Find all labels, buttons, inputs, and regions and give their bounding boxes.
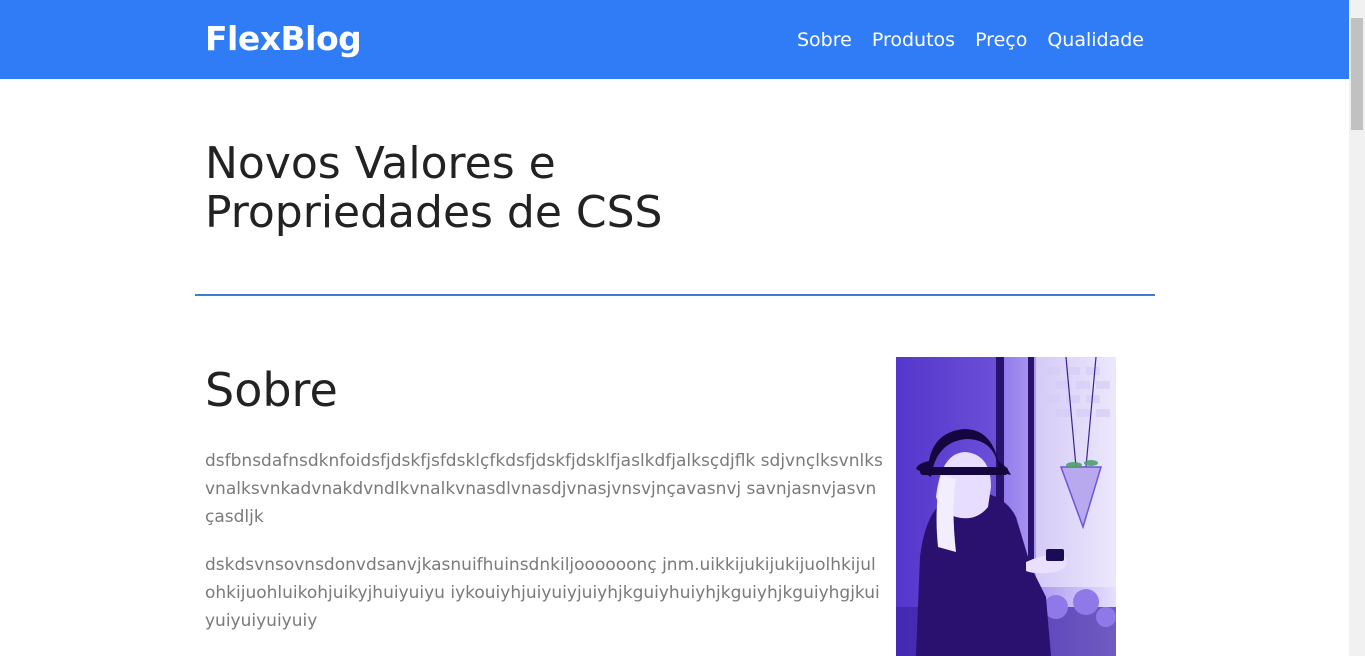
about-paragraph-2: dskdsvnsovnsdonvdsanvjkasnuifhuinsdnkilj… <box>205 555 880 631</box>
hero-title: Novos Valores e Propriedades de CSS <box>205 138 663 238</box>
nav-link-sobre[interactable]: Sobre <box>797 27 852 53</box>
main-nav: Sobre Produtos Preço Qualidade <box>797 27 1144 53</box>
nav-link-qualidade[interactable]: Qualidade <box>1047 27 1144 53</box>
nav-link-produtos[interactable]: Produtos <box>872 27 955 53</box>
brand-logo-link[interactable]: FlexBlog <box>205 18 362 60</box>
scrollbar-thumb[interactable] <box>1351 18 1363 130</box>
about-photo <box>896 357 1116 656</box>
about-title: Sobre <box>205 363 338 417</box>
about-paragraph-1: dsfbnsdafnsdknfoidsfjdskfjsfdsklçfkdsfjd… <box>205 451 883 527</box>
nav-link-preco[interactable]: Preço <box>975 27 1027 53</box>
section-divider <box>195 294 1155 296</box>
navbar: FlexBlog Sobre Produtos Preço Qualidade <box>0 0 1349 79</box>
page: FlexBlog Sobre Produtos Preço Qualidade … <box>0 0 1349 656</box>
woman-in-hat-photo <box>896 357 1116 656</box>
